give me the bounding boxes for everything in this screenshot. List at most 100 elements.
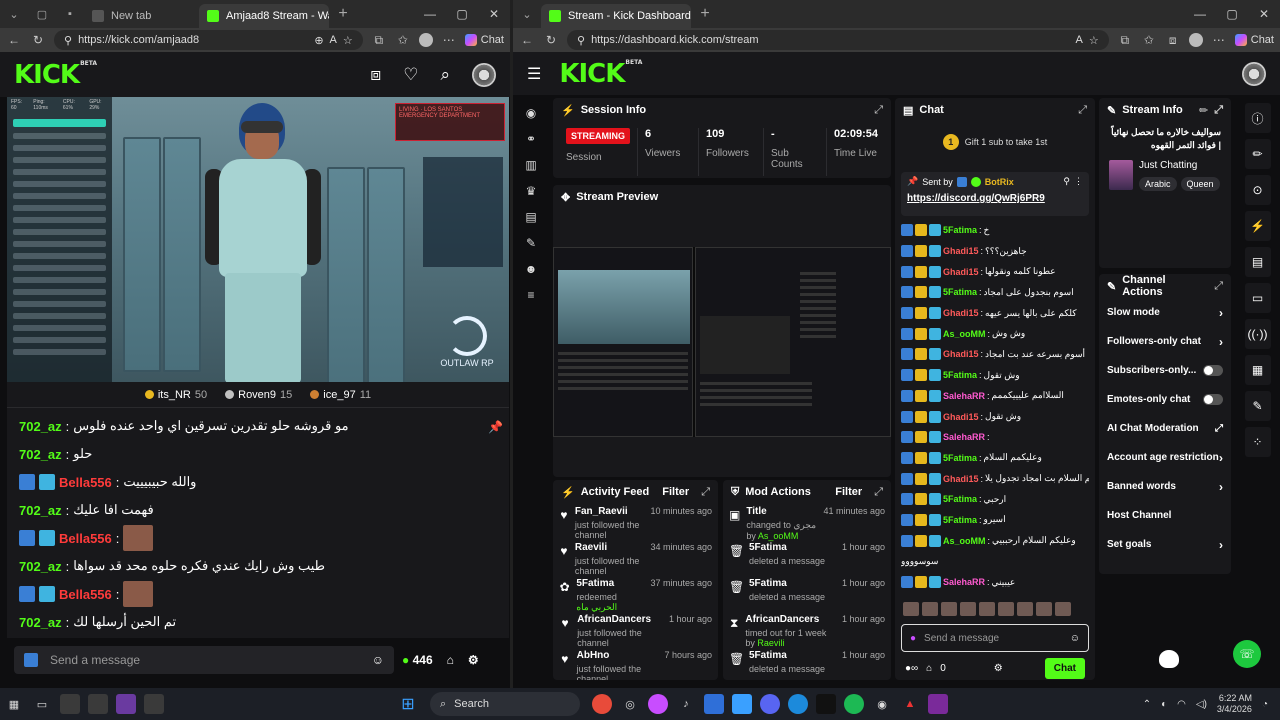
copilot-app-icon[interactable] bbox=[648, 694, 668, 714]
wrench-icon[interactable]: ✎ bbox=[1244, 391, 1271, 421]
help-chat-button[interactable]: ☏ bbox=[1233, 640, 1261, 668]
target-icon[interactable]: ⊙ bbox=[1244, 175, 1271, 205]
settings-sliders-icon[interactable]: ≡ bbox=[523, 287, 539, 303]
kick-logo[interactable]: KICKBETA bbox=[559, 59, 642, 89]
spotify-icon[interactable] bbox=[844, 694, 864, 714]
chrome-icon[interactable] bbox=[592, 694, 612, 714]
feed-item[interactable]: ♥ Fan_Raevii just followed the channel 10 m… bbox=[559, 506, 712, 542]
gifter-entry[interactable]: its_NR 50 bbox=[144, 389, 207, 401]
store-icon[interactable]: ⌂ bbox=[926, 663, 932, 674]
notifications-icon[interactable]: ◔ bbox=[1262, 699, 1268, 710]
feed-item[interactable]: 🗑 5Fatima deleted a message 1 hour ago bbox=[729, 650, 885, 680]
new-tab-button[interactable]: + bbox=[329, 0, 357, 28]
profile-avatar[interactable] bbox=[418, 33, 433, 47]
browse-icon[interactable]: ⧈ bbox=[370, 65, 381, 85]
feed-item[interactable]: ♥ AfricanDancers just followed the channel… bbox=[559, 614, 712, 650]
chat-username[interactable]: 702_az bbox=[19, 559, 62, 574]
minimize-icon[interactable]: — bbox=[1184, 7, 1216, 21]
chat-username[interactable]: SalehaRR bbox=[943, 391, 985, 401]
channel-action-item[interactable]: Subscribers-only... bbox=[1099, 356, 1231, 385]
refresh-icon[interactable]: ↻ bbox=[543, 32, 559, 48]
tab-amjaad8-stream[interactable]: Amjaad8 Stream - Wa ✕ bbox=[199, 4, 329, 28]
favorite-star-icon[interactable]: ☆ bbox=[343, 34, 353, 47]
toggle-switch[interactable] bbox=[1203, 394, 1223, 405]
link-icon[interactable]: ⚭ bbox=[523, 131, 539, 147]
mod-filter-button[interactable]: Filter bbox=[835, 486, 862, 498]
zoom-icon[interactable]: ⊕ bbox=[314, 34, 323, 47]
points-icon[interactable]: ●∞ bbox=[905, 663, 918, 674]
channel-action-item[interactable]: Set goals › bbox=[1099, 530, 1231, 559]
notepad-icon[interactable] bbox=[732, 694, 752, 714]
emote[interactable] bbox=[1036, 602, 1052, 617]
chat-username[interactable]: Ghadi15 bbox=[943, 474, 979, 484]
chat-username[interactable]: Bella556 bbox=[59, 475, 112, 490]
pinned-link[interactable]: https://discord.gg/QwRj6PR9 bbox=[907, 193, 1083, 204]
widgets-icon[interactable]: ▦ bbox=[4, 694, 24, 714]
toggle-switch[interactable] bbox=[1203, 365, 1223, 376]
feed-item[interactable]: ✿ 5Fatima redeemed الحربي ماه 37 minutes ag… bbox=[559, 578, 712, 614]
kick-emote-icon[interactable] bbox=[24, 653, 38, 667]
pin-icon[interactable]: 📌 bbox=[488, 420, 503, 434]
chat-username[interactable]: SalehaRR bbox=[943, 432, 985, 442]
stream-preview-video[interactable] bbox=[553, 247, 891, 437]
back-icon[interactable]: ← bbox=[6, 32, 22, 48]
trophy-icon[interactable]: ♛ bbox=[523, 183, 539, 199]
external-link-icon[interactable]: ⤢ bbox=[1215, 423, 1223, 434]
favorites-icon[interactable]: ✩ bbox=[1141, 32, 1157, 48]
tab-list-icon[interactable]: ▢ bbox=[28, 0, 56, 28]
pinned-app-icon[interactable] bbox=[88, 694, 108, 714]
stream-video-player[interactable]: FPS: 60 Ping: 110ms CPU: 61% GPU: 29% LI… bbox=[7, 97, 509, 382]
broadcast-icon[interactable]: ((·)) bbox=[1244, 319, 1271, 349]
wifi-icon[interactable]: ◠ bbox=[1177, 699, 1186, 710]
send-chat-button[interactable]: Chat bbox=[1044, 658, 1085, 680]
chat-username[interactable]: Ghadi15 bbox=[943, 412, 979, 422]
edit-pencil-icon[interactable]: ✏ bbox=[1199, 104, 1208, 117]
chat-username[interactable]: Ghadi15 bbox=[943, 308, 979, 318]
left-chat-input[interactable]: Send a message ☺ bbox=[14, 646, 394, 674]
chat-username[interactable]: 5Fatima bbox=[943, 453, 977, 463]
bolt-icon[interactable]: ⚡ bbox=[1244, 211, 1271, 241]
tab-actions-icon[interactable]: ⌄ bbox=[0, 0, 28, 28]
feed-item[interactable]: 🗑 5Fatima deleted a message 1 hour ago bbox=[729, 542, 885, 578]
layout-icon[interactable]: ▦ bbox=[1244, 355, 1271, 385]
more-icon[interactable]: ⋯ bbox=[441, 32, 457, 48]
favorite-star-icon[interactable]: ☆ bbox=[1089, 34, 1099, 47]
feed-item[interactable]: ♥ Raevili just followed the channel 34 minu… bbox=[559, 542, 712, 578]
emoji-icon[interactable]: ☺ bbox=[372, 653, 384, 667]
dashboard-chat-input[interactable]: ● Send a message ☺ bbox=[901, 624, 1089, 653]
chat-username[interactable]: 702_az bbox=[19, 447, 62, 462]
tray-chevron-icon[interactable]: ⌃ bbox=[1143, 699, 1151, 710]
emote[interactable] bbox=[1055, 602, 1071, 617]
tab-new-tab[interactable]: New tab bbox=[84, 4, 199, 28]
emoji-icon[interactable]: ☺ bbox=[1070, 633, 1080, 644]
chat-username[interactable]: 5Fatima bbox=[943, 370, 977, 380]
maximize-icon[interactable]: ▢ bbox=[1216, 7, 1248, 21]
app-icon[interactable] bbox=[928, 694, 948, 714]
search-icon[interactable]: ⌕ bbox=[440, 65, 450, 85]
chat-username[interactable]: Bella556 bbox=[59, 531, 112, 546]
more-vertical-icon[interactable]: ⋮ bbox=[1074, 176, 1083, 187]
chat-username[interactable]: 5Fatima bbox=[943, 287, 977, 297]
minimize-icon[interactable]: — bbox=[414, 7, 446, 21]
app-icon[interactable] bbox=[816, 694, 836, 714]
feed-item[interactable]: ⧗ AfricanDancers timed out for 1 week by R… bbox=[729, 614, 885, 650]
collections-icon[interactable]: ⧈ bbox=[1165, 32, 1181, 48]
tray-app-icon[interactable]: ◐ bbox=[1161, 699, 1167, 710]
expand-icon[interactable]: ⤢ bbox=[874, 486, 883, 499]
tab-actions-icon[interactable]: ⌄ bbox=[513, 0, 541, 28]
expand-icon[interactable]: ⤢ bbox=[1214, 104, 1223, 117]
tiktok-icon[interactable]: ♪ bbox=[676, 694, 696, 714]
feed-item[interactable]: ♥ AbHno just followed the channel 7 hours a… bbox=[559, 650, 712, 680]
channel-action-item[interactable]: Followers-only chat › bbox=[1099, 327, 1231, 356]
extensions-icon[interactable]: ⧉ bbox=[1117, 32, 1133, 48]
user-avatar[interactable] bbox=[472, 62, 496, 87]
feed-item[interactable]: 🗑 5Fatima deleted a message 1 hour ago bbox=[729, 578, 885, 614]
taskview-icon[interactable]: ▭ bbox=[32, 694, 52, 714]
chat-username[interactable]: 702_az bbox=[19, 615, 62, 630]
pinned-app-icon[interactable] bbox=[116, 694, 136, 714]
channel-action-item[interactable]: Account age restriction › bbox=[1099, 443, 1231, 472]
info-icon[interactable]: ⓘ bbox=[1244, 103, 1271, 133]
read-aloud-icon[interactable]: A bbox=[330, 34, 337, 46]
settings-gear-icon[interactable]: ⚙ bbox=[468, 653, 479, 667]
chat-username[interactable]: Ghadi15 bbox=[943, 267, 979, 277]
